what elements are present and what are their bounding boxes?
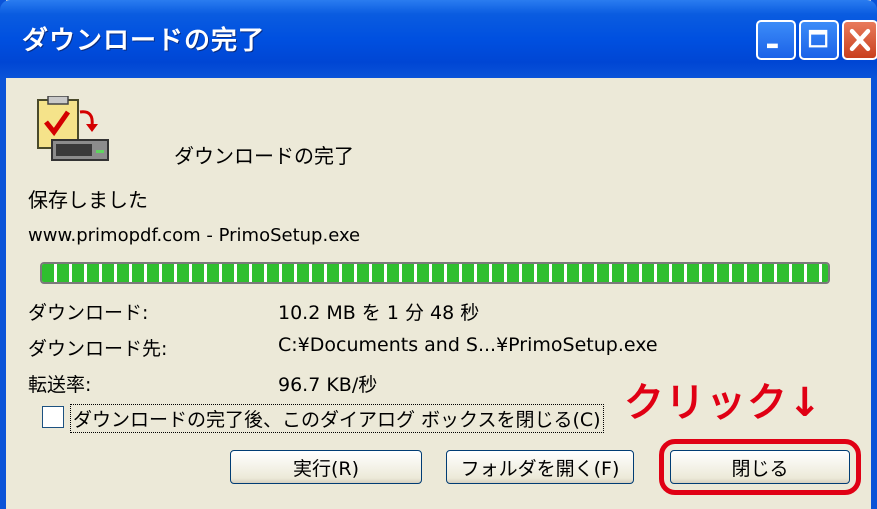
minimize-button[interactable] bbox=[756, 20, 796, 60]
close-window-button[interactable] bbox=[842, 20, 877, 60]
destination-value: C:¥Documents and S...¥PrimoSetup.exe bbox=[278, 334, 658, 356]
close-icon bbox=[849, 28, 871, 52]
window-title: ダウンロードの完了 bbox=[22, 26, 266, 56]
progress-fill bbox=[42, 264, 828, 282]
download-progress-bar bbox=[40, 262, 830, 284]
click-annotation: クリック↓ bbox=[624, 380, 823, 426]
downloaded-label: ダウンロード: bbox=[28, 302, 149, 324]
annotation-highlight-box bbox=[659, 439, 861, 495]
transfer-rate-label: 転送率: bbox=[28, 374, 92, 396]
download-complete-icon bbox=[37, 96, 109, 161]
close-on-complete-label[interactable]: ダウンロードの完了後、このダイアログ ボックスを閉じる(C) bbox=[70, 404, 604, 433]
title-bar[interactable]: ダウンロードの完了 bbox=[0, 0, 877, 78]
maximize-button[interactable] bbox=[799, 20, 839, 60]
maximize-icon bbox=[808, 29, 828, 48]
open-folder-button[interactable]: フォルダを開く(F) bbox=[446, 450, 634, 484]
run-button[interactable]: 実行(R) bbox=[230, 450, 422, 484]
downloaded-value: 10.2 MB を 1 分 48 秒 bbox=[278, 302, 480, 324]
saved-status: 保存しました bbox=[28, 188, 148, 212]
dialog-content: ダウンロードの完了 保存しました www.primopdf.com - Prim… bbox=[6, 78, 871, 509]
download-source: www.primopdf.com - PrimoSetup.exe bbox=[28, 225, 361, 246]
minimize-icon bbox=[767, 43, 778, 49]
close-on-complete-checkbox[interactable] bbox=[42, 406, 64, 428]
download-complete-dialog: ダウンロードの完了 ダウンロードの完了 保存しました www.primopdf.… bbox=[0, 0, 877, 509]
destination-label: ダウンロード先: bbox=[28, 338, 168, 360]
transfer-rate-value: 96.7 KB/秒 bbox=[278, 374, 378, 396]
header-label: ダウンロードの完了 bbox=[174, 144, 354, 168]
